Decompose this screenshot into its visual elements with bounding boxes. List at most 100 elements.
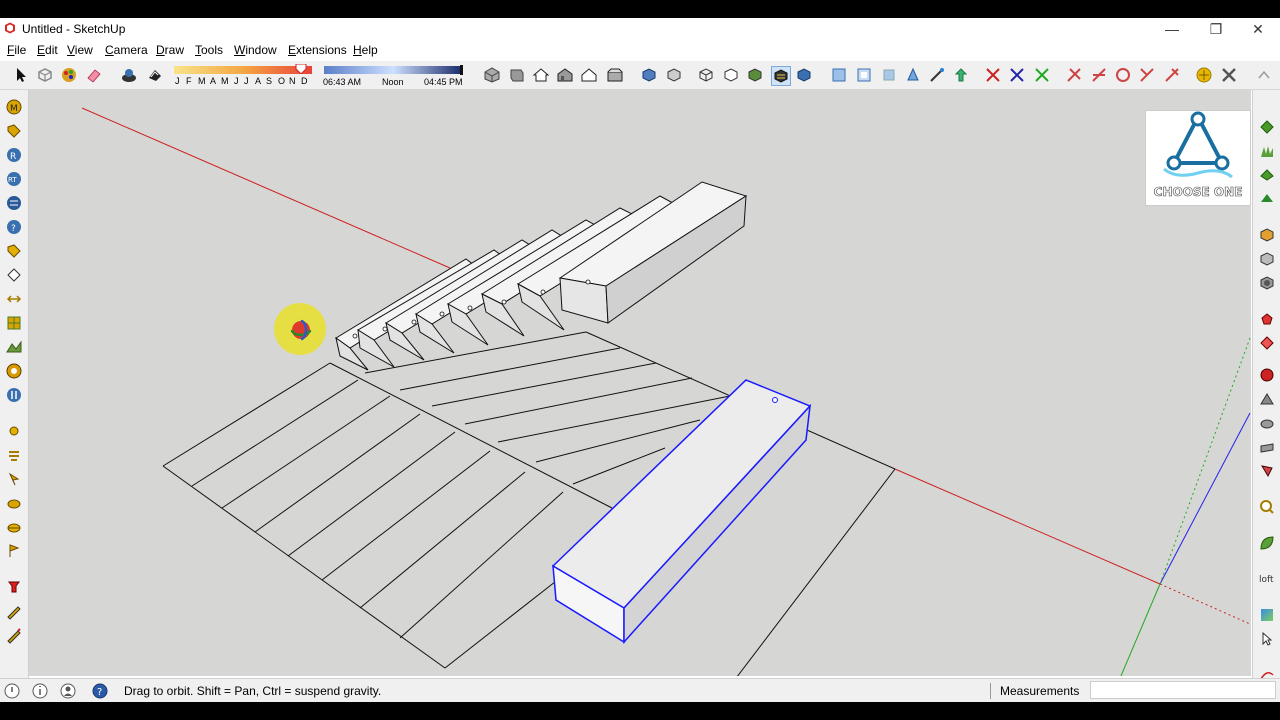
menu-help[interactable]: Help	[353, 43, 378, 57]
eraser-icon[interactable]	[85, 66, 103, 84]
solid-subtract-icon[interactable]	[1258, 250, 1276, 268]
tool-e-icon[interactable]	[1163, 66, 1181, 84]
menu-file[interactable]: File	[7, 43, 26, 57]
plugin-red-tool-icon[interactable]	[5, 578, 23, 596]
axes-green-icon[interactable]	[1033, 66, 1051, 84]
selected-box[interactable]	[551, 379, 812, 644]
restore-icon[interactable]: ❐	[1194, 18, 1238, 40]
select-arrow-icon[interactable]	[12, 66, 30, 84]
plugin-dot-icon[interactable]	[5, 422, 23, 440]
menu-edit[interactable]: Edit	[37, 43, 58, 57]
shaded-icon[interactable]	[746, 66, 764, 84]
pointer-tool-icon[interactable]	[1258, 630, 1276, 648]
plugin-pencil-icon[interactable]	[5, 602, 23, 620]
red-diamond-icon[interactable]	[1258, 334, 1276, 352]
close-icon[interactable]: ✕	[1236, 18, 1280, 40]
paint-bucket-icon[interactable]	[60, 66, 78, 84]
gradient-square-icon[interactable]	[1258, 606, 1276, 624]
measurements-input[interactable]	[1090, 681, 1276, 699]
back-view-icon[interactable]	[580, 66, 598, 84]
menu-view[interactable]: View	[67, 43, 93, 57]
sandbox-smoove-icon[interactable]	[1258, 118, 1276, 136]
menu-camera[interactable]: Camera	[105, 43, 148, 57]
tools-wrench-icon[interactable]	[1220, 66, 1238, 84]
measure-tape-icon[interactable]	[928, 66, 946, 84]
red-ball-icon[interactable]	[1258, 366, 1276, 384]
red-shape-icon[interactable]	[1258, 310, 1276, 328]
plugin-flag-icon[interactable]	[5, 542, 23, 560]
solid-intersect-icon[interactable]	[1258, 274, 1276, 292]
left-view-icon[interactable]	[606, 66, 624, 84]
red-fold-icon[interactable]	[1258, 462, 1276, 480]
display-section-planes-icon[interactable]	[855, 66, 873, 84]
menu-tools[interactable]: Tools	[195, 43, 223, 57]
wireframe-icon[interactable]	[697, 66, 715, 84]
date-slider-handle-icon[interactable]	[294, 64, 308, 74]
top-view-icon[interactable]	[508, 66, 526, 84]
plugin-tag2-icon[interactable]	[5, 242, 23, 260]
hidden-line-icon[interactable]	[722, 66, 740, 84]
tool-c-icon[interactable]	[1114, 66, 1132, 84]
right-view-icon[interactable]	[556, 66, 574, 84]
gray-ball-icon[interactable]	[1258, 414, 1276, 432]
plugin-pencil2-icon[interactable]	[5, 626, 23, 644]
plugin-arrows-icon[interactable]	[5, 290, 23, 308]
credits-status-icon[interactable]	[32, 683, 48, 699]
monochrome-icon[interactable]	[795, 66, 813, 84]
minimize-icon[interactable]: —	[1150, 18, 1194, 40]
orbit-section-icon[interactable]	[904, 66, 922, 84]
menu-draw[interactable]: Draw	[156, 43, 184, 57]
green-leaf-icon[interactable]	[1258, 534, 1276, 552]
loft-label-icon[interactable]: loft	[1258, 570, 1276, 588]
plugin-m-icon[interactable]: M	[5, 98, 23, 116]
menu-extensions[interactable]: Extensions	[288, 43, 347, 57]
date-slider[interactable]	[172, 64, 464, 76]
xray-style-icon[interactable]	[640, 66, 658, 84]
geo-location-icon[interactable]	[1195, 66, 1213, 84]
plugin-coin-icon[interactable]	[5, 494, 23, 512]
tool-d-icon[interactable]	[1138, 66, 1156, 84]
tool-a-icon[interactable]	[1065, 66, 1083, 84]
axes-blue-icon[interactable]	[1008, 66, 1026, 84]
section-plane-icon[interactable]	[830, 66, 848, 84]
shadow-settings-widget[interactable]: J F M A M J J A S O N D 06:43 AM Noon 04…	[172, 64, 464, 88]
model-scene[interactable]	[29, 90, 1251, 676]
fog-icon[interactable]	[146, 66, 164, 84]
plugin-help-icon[interactable]: ?	[5, 218, 23, 236]
3d-viewport[interactable]: CHOOSE ONE	[29, 90, 1251, 676]
plugin-grid-icon[interactable]	[5, 194, 23, 212]
plugin-r-icon[interactable]: R	[5, 146, 23, 164]
shaded-textures-icon[interactable]	[771, 66, 791, 86]
plugin-bars-icon[interactable]	[5, 446, 23, 464]
plugin-circle-icon[interactable]	[5, 362, 23, 380]
back-edges-icon[interactable]	[665, 66, 683, 84]
plugin-pointer-icon[interactable]	[5, 470, 23, 488]
iso-view-icon[interactable]	[483, 66, 501, 84]
sandbox-stamp-icon[interactable]	[1258, 166, 1276, 184]
plugin-mesh-icon[interactable]	[5, 314, 23, 332]
plugin-rt-icon[interactable]: RT	[5, 170, 23, 188]
shadows-toggle-icon[interactable]	[120, 66, 138, 84]
magnify-icon[interactable]	[1258, 498, 1276, 516]
menu-window[interactable]: Window	[234, 43, 277, 57]
sandbox-drape-icon[interactable]	[1258, 190, 1276, 208]
front-view-icon[interactable]	[532, 66, 550, 84]
axes-red-icon[interactable]	[984, 66, 1002, 84]
geo-location-status-icon[interactable]	[4, 683, 20, 699]
export-icon[interactable]	[952, 66, 970, 84]
tag-tool-icon[interactable]	[5, 122, 23, 140]
tool-b-icon[interactable]	[1090, 66, 1108, 84]
sandbox-grass-icon[interactable]	[1258, 142, 1276, 160]
display-section-cuts-icon[interactable]	[880, 66, 898, 84]
plugin-coin2-icon[interactable]	[5, 518, 23, 536]
plugin-terrain-icon[interactable]	[5, 338, 23, 356]
plugin-ii-icon[interactable]	[5, 386, 23, 404]
make-component-icon[interactable]	[36, 66, 54, 84]
instructor-help-icon[interactable]: ?	[92, 683, 108, 699]
user-status-icon[interactable]	[60, 683, 76, 699]
gray-wedge-icon[interactable]	[1258, 390, 1276, 408]
plugin-diamond-icon[interactable]	[5, 266, 23, 284]
solid-union-icon[interactable]	[1258, 226, 1276, 244]
toolbar-overflow-icon[interactable]	[1255, 66, 1273, 84]
gray-slab-icon[interactable]	[1258, 438, 1276, 456]
